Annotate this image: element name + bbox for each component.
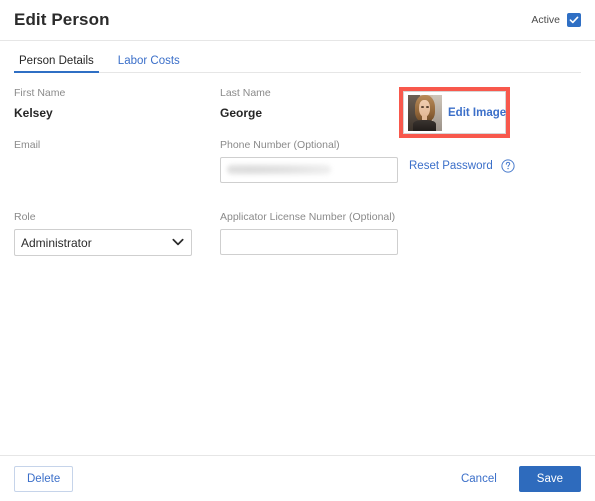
delete-button[interactable]: Delete bbox=[14, 465, 74, 492]
email-value bbox=[14, 157, 200, 185]
edit-image-label: Edit Image bbox=[448, 106, 507, 119]
cancel-button[interactable]: Cancel bbox=[459, 469, 499, 489]
email-field: Email bbox=[14, 139, 210, 185]
role-label: Role bbox=[14, 211, 36, 223]
edit-image-highlight: Edit Image bbox=[399, 87, 510, 138]
check-icon bbox=[569, 16, 579, 24]
tab-person-details[interactable]: Person Details bbox=[14, 55, 99, 73]
page-title: Edit Person bbox=[14, 10, 110, 29]
active-label: Active bbox=[531, 14, 560, 26]
tab-labor-costs[interactable]: Labor Costs bbox=[113, 55, 185, 73]
role-field: Role Administrator bbox=[14, 211, 210, 256]
role-select[interactable]: Administrator bbox=[14, 229, 192, 256]
active-toggle-group: Active bbox=[531, 13, 581, 27]
first-name-value: Kelsey bbox=[14, 106, 53, 120]
reset-password-link[interactable]: Reset Password bbox=[409, 160, 493, 172]
first-name-label: First Name bbox=[14, 87, 66, 99]
image-password-panel: Edit Image Reset Password bbox=[399, 87, 581, 173]
role-select-wrap: Administrator bbox=[14, 229, 192, 256]
first-name-field: First Name Kelsey bbox=[14, 87, 210, 133]
license-field: Applicator License Number (Optional) bbox=[210, 211, 581, 256]
tabstrip: Person Details Labor Costs bbox=[0, 41, 595, 73]
form-body: First Name Kelsey Last Name George Email… bbox=[0, 73, 595, 455]
active-checkbox[interactable] bbox=[567, 13, 581, 27]
email-label: Email bbox=[14, 139, 41, 151]
role-row: Role Administrator Applicator License Nu… bbox=[14, 211, 581, 256]
footer-actions: Cancel Save bbox=[459, 465, 581, 492]
edit-person-dialog: Edit Person Active Person Details Labor … bbox=[0, 0, 595, 501]
phone-input-wrap bbox=[220, 157, 398, 183]
phone-redaction-overlay bbox=[227, 164, 331, 175]
save-button[interactable]: Save bbox=[518, 465, 581, 492]
reset-password-row: Reset Password bbox=[399, 159, 581, 173]
help-circle-icon[interactable] bbox=[501, 159, 515, 173]
dialog-header: Edit Person Active bbox=[0, 0, 595, 40]
edit-image-button[interactable]: Edit Image bbox=[403, 91, 506, 134]
dialog-footer: Delete Cancel Save bbox=[0, 456, 595, 501]
license-label: Applicator License Number (Optional) bbox=[220, 211, 396, 223]
avatar bbox=[408, 94, 442, 131]
license-input[interactable] bbox=[220, 229, 398, 255]
